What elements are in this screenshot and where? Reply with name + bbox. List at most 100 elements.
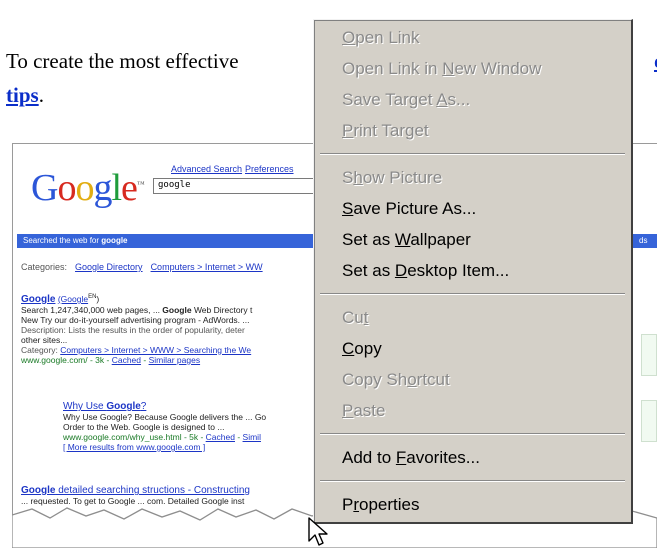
preferences-link[interactable]: Preferences [245,164,294,174]
menu-item-add-to-favorites[interactable]: Add to Favorites... [314,442,631,473]
menu-label: rint Target [353,121,429,140]
category-link[interactable]: Google Directory [75,262,143,272]
menu-label: s... [447,90,471,109]
menu-label: esktop Item... [407,261,510,280]
menu-separator [320,293,625,295]
logo-letter: g [93,167,112,209]
menu-separator [320,153,625,155]
result-snippet: Order to the Web. Google is designed to … [63,422,225,432]
category-link[interactable]: Computers > Internet > WW [151,262,263,272]
result-title-sup: EN [88,294,97,300]
menu-accelerator: A [436,90,448,109]
results-bar-right: ds [639,236,648,245]
more-results-link[interactable]: [ More results from www.google.com ] [63,442,205,452]
menu-item-copy[interactable]: Copy [314,333,631,364]
logo-letter: o [75,167,94,209]
menu-accelerator: S [342,199,354,218]
menu-label: Cu [342,308,364,327]
cached-link[interactable]: Cached [112,355,141,365]
menu-label: Set as [342,261,395,280]
menu-accelerator: P [342,401,354,420]
cached-link[interactable]: Cached [206,432,235,442]
logo-letter: l [111,167,122,209]
menu-separator [320,480,625,482]
result-category-link[interactable]: Computers > Internet > WWW > Searching t… [60,345,251,355]
top-link-remnant [0,0,657,10]
result-snippet: Web Directory t [191,304,253,315]
menu-label: ew Window [454,59,542,78]
sponsored-box [641,334,657,376]
menu-item-show-picture[interactable]: Show Picture [314,162,631,193]
results-bar-text: Searched the web for [23,236,102,245]
menu-item-set-as-desktop-item[interactable]: Set as Desktop Item... [314,255,631,286]
logo-letter: e [121,167,138,209]
menu-label: S [342,168,354,187]
menu-label: Open Link in [342,59,443,78]
result-title-part: detailed searching structions - Construc… [55,485,250,496]
menu-item-open-link-new-window[interactable]: Open Link in New Window [314,53,631,84]
menu-accelerator: O [342,28,356,47]
menu-label: Set as [342,230,395,249]
menu-accelerator: N [442,59,455,78]
result-title-bold: Google [106,401,141,412]
search-result: Google (GoogleEN) Search 1,247,340,000 w… [21,292,341,365]
menu-item-save-target-as[interactable]: Save Target As... [314,84,631,115]
result-snippet: New Try our do-it-yourself advertising p… [21,314,250,325]
menu-accelerator: D [394,261,408,280]
menu-item-paste[interactable]: Paste [314,395,631,426]
menu-accelerator: P [342,121,354,140]
sponsored-box [641,400,657,442]
menu-item-set-as-wallpaper[interactable]: Set as Wallpaper [314,224,631,255]
menu-label: ow Picture [362,168,443,187]
menu-label: ave Picture As... [353,199,477,218]
results-bar-term: google [101,236,128,245]
context-menu: Open Link Open Link in New Window Save T… [313,19,633,524]
menu-accelerator: C [342,339,355,358]
similar-pages-link[interactable]: Simil [243,432,261,442]
google-search-input[interactable]: google [153,178,323,194]
result-url: www.google.com/why_use.html - 5k - [63,432,206,442]
logo-tm: ™ [136,179,145,189]
menu-label: Save Target [342,90,437,109]
result-title-link[interactable]: Why Use Google? [63,401,146,412]
result-title-part: ? [140,401,147,412]
menu-item-save-picture-as[interactable]: Save Picture As... [314,193,631,224]
result-snippet: Why Use Google? Because Google delivers … [63,412,267,422]
menu-item-cut[interactable]: Cut [314,302,631,333]
menu-label: avorites... [406,448,480,467]
menu-accelerator: h [353,168,363,187]
tips-link[interactable]: tips [6,83,39,107]
advanced-search-link[interactable]: Advanced Search [171,164,242,174]
menu-label: rtcut [416,370,450,389]
result-title-part: Why Use [63,401,107,412]
menu-accelerator: o [407,370,417,389]
result-snippet: Search 1,247,340,000 web pages, ... [21,304,163,315]
result-title-link[interactable]: Google detailed searching structions - C… [21,485,250,496]
result-description: Description: Lists the results in the or… [21,324,245,335]
period-text: . [38,83,44,107]
paragraph-line-2: tips. [6,82,44,109]
menu-item-copy-shortcut[interactable]: Copy Shortcut [314,364,631,395]
result-url: www.google.com/ - 3k - [21,354,112,365]
search-result-indented: Why Use Google? Why Use Google? Because … [63,401,343,453]
google-logo: Google™ [31,166,145,210]
categories-label: Categories: [21,262,68,272]
menu-accelerator: F [395,448,407,467]
result-title-link[interactable]: Google [21,294,55,305]
arrow-cursor-icon [308,517,328,546]
menu-item-open-link[interactable]: Open Link [314,22,631,53]
menu-label: Add to [342,448,396,467]
result-snippet: other sites... [21,334,68,345]
menu-label: Copy Sh [342,370,408,389]
menu-label: pen Link [355,28,420,47]
menu-label: opy [354,339,382,358]
result-title-paren[interactable]: (Google [58,294,88,304]
similar-pages-link[interactable]: Similar pages [149,355,201,365]
menu-separator [320,433,625,435]
logo-letter: G [31,167,58,209]
menu-item-print-target[interactable]: Print Target [314,115,631,146]
menu-item-properties[interactable]: Properties [314,489,631,520]
result-title-bold: Google [21,485,56,496]
logo-letter: o [57,167,76,209]
menu-accelerator: t [363,308,369,327]
